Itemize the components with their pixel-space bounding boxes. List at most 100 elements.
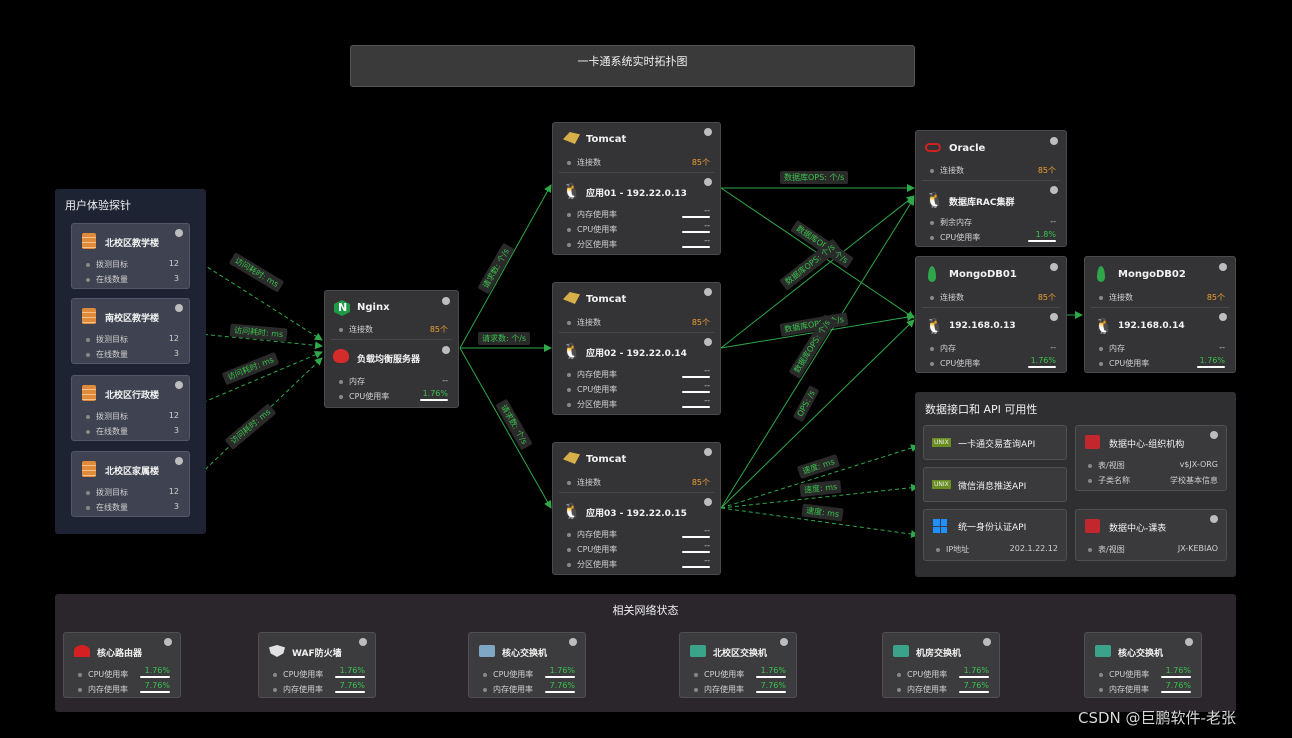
linux-icon: 🐧 [1094,317,1113,335]
probe-card[interactable]: 北校区行政楼 拨测目标 12 在线数量 3 [71,375,190,441]
device-name: WAF防火墙 [292,649,342,659]
cpu-label: CPU使用率 [1109,359,1150,368]
disk-value: -- [704,556,710,565]
cpu-value: 1.76% [963,666,989,675]
nginx-card[interactable]: N Nginx 连接数 85个 负载均衡服务器 内存 -- CPU使用率 1.7… [324,290,459,408]
cpu-value: -- [704,381,710,390]
ip-value: 202.1.22.12 [1009,544,1058,553]
mem-value: 7.76% [760,681,786,690]
cpu-value: 1.76% [1165,666,1191,675]
mem-label: 内存 [1109,344,1125,353]
nginx-icon: N [334,300,350,316]
mem-value: 7.76% [549,681,575,690]
status-dot [704,178,712,186]
target-value: 12 [168,259,179,268]
status-dot [1050,263,1058,271]
disk-label: 分区使用率 [577,400,617,409]
cpu-value: 1.8% [1035,230,1056,239]
cpu-label: CPU使用率 [907,670,948,679]
status-dot [359,638,367,646]
cpu-label: CPU使用率 [940,359,981,368]
switch-icon [1095,645,1111,657]
status-dot [1210,431,1218,439]
api-card-2[interactable]: UNIX 微信消息推送API [923,467,1067,502]
probe-card[interactable]: 北校区家属楼 拨测目标 12 在线数量 3 [71,451,190,517]
datacenter-card-1[interactable]: 数据中心-组织机构 表/视图 v$JX-ORG 子类名称 学校基本信息 [1075,425,1227,491]
edge-nginx-app1 [459,184,552,349]
network-heading: 相关网络状态 [612,604,679,617]
datacenter-card-2[interactable]: 数据中心-课表 表/视图 JX-KEBIAO [1075,509,1227,561]
oracle-card[interactable]: Oracle 连接数 85个 🐧 数据库RAC集群 剩余内存 -- CPU使用率… [915,130,1067,247]
status-dot [704,498,712,506]
cpu-label: CPU使用率 [577,385,618,394]
disk-label: 分区使用率 [577,560,617,569]
probe-card[interactable]: 北校区教学楼 拨测目标 12 在线数量 3 [71,223,190,289]
mem-value: -- [1050,217,1056,226]
edge-label-req2: 请求数: 个/s [478,332,531,345]
status-dot [704,128,712,136]
network-device-card[interactable]: 核心路由器 CPU使用率 1.76% 内存使用率 7.76% [63,632,181,698]
mem-label: 内存使用率 [577,210,617,219]
conn-label: 连接数 [1109,293,1133,302]
conn-label: 连接数 [577,158,601,167]
probe-name: 北校区家属楼 [105,467,160,477]
cpu-label: CPU使用率 [1109,670,1150,679]
tomcat-icon [563,292,580,304]
status-dot [1219,263,1227,271]
tomcat-card[interactable]: Tomcat 连接数 85个 🐧 应用03 - 192.22.0.15 内存使用… [552,442,721,575]
linux-icon: 🐧 [925,191,944,209]
network-device-card[interactable]: 北校区交换机 CPU使用率 1.76% 内存使用率 7.76% [679,632,797,698]
online-value: 3 [173,349,179,358]
network-device-card[interactable]: 核心交换机 CPU使用率 1.76% 内存使用率 7.76% [1084,632,1202,698]
probe-card[interactable]: 南校区教学楼 拨测目标 12 在线数量 3 [71,298,190,364]
redhat-icon [333,349,349,363]
mongo2-card[interactable]: MongoDB02 连接数 85个 🐧 192.168.0.14 内存 -- C… [1084,256,1236,373]
mongo1-card[interactable]: MongoDB01 连接数 85个 🐧 192.168.0.13 内存 -- C… [915,256,1067,373]
cpu-value: 1.76% [1030,356,1056,365]
app-title: 应用03 - 192.22.0.15 [586,509,687,519]
mem-value: 7.76% [339,681,365,690]
table-label: 表/视图 [1098,545,1125,554]
api2-title: 微信消息推送API [958,482,1027,492]
api-card-1[interactable]: UNIX 一卡通交易查询API [923,425,1067,460]
table-value: JX-KEBIAO [1177,544,1218,553]
disk-value: -- [704,396,710,405]
conn-label: 连接数 [940,166,964,175]
conn-label: 连接数 [940,293,964,302]
device-name: 北校区交换机 [713,649,768,659]
table-label: 表/视图 [1098,461,1125,470]
network-device-card[interactable]: 机房交换机 CPU使用率 1.76% 内存使用率 7.76% [882,632,1000,698]
mem-label: 内存使用率 [88,685,128,694]
tomcat-card[interactable]: Tomcat 连接数 85个 🐧 应用02 - 192.22.0.14 内存使用… [552,282,721,415]
online-value: 3 [173,502,179,511]
cpu-label: CPU使用率 [88,670,129,679]
tomcat-card[interactable]: Tomcat 连接数 85个 🐧 应用01 - 192.22.0.13 内存使用… [552,122,721,255]
mem-value: -- [704,206,710,215]
status-dot [704,448,712,456]
linux-icon: 🐧 [562,502,581,520]
watermark: CSDN @巨鹏软件-老张 [1078,709,1236,727]
oracle-conn-value: 85个 [1037,166,1056,175]
online-label: 在线数量 [96,427,128,436]
target-label: 拨测目标 [96,260,128,269]
tomcat-icon [563,452,580,464]
server-icon [82,385,96,401]
device-name: 核心路由器 [97,649,143,659]
status-dot [175,457,183,465]
tomcat-icon [563,132,580,144]
mongo2-title: MongoDB02 [1118,269,1186,280]
cpu-value: 1.76% [549,666,575,675]
network-device-card[interactable]: 核心交换机 CPU使用率 1.76% 内存使用率 7.76% [468,632,586,698]
mongodb-icon [1097,266,1105,282]
mem-value: -- [704,366,710,375]
api-card-3[interactable]: 统一身份认证API IP地址 202.1.22.12 [923,509,1067,561]
status-dot [780,638,788,646]
dc1-title: 数据中心-组织机构 [1109,440,1185,450]
mem-label: 内存 [349,377,365,386]
online-label: 在线数量 [96,350,128,359]
probe-name: 北校区行政楼 [105,391,160,401]
nginx-title: Nginx [357,302,390,313]
status-dot [175,381,183,389]
network-device-card[interactable]: WAF防火墙 CPU使用率 1.76% 内存使用率 7.76% [258,632,376,698]
cpu-label: CPU使用率 [283,670,324,679]
